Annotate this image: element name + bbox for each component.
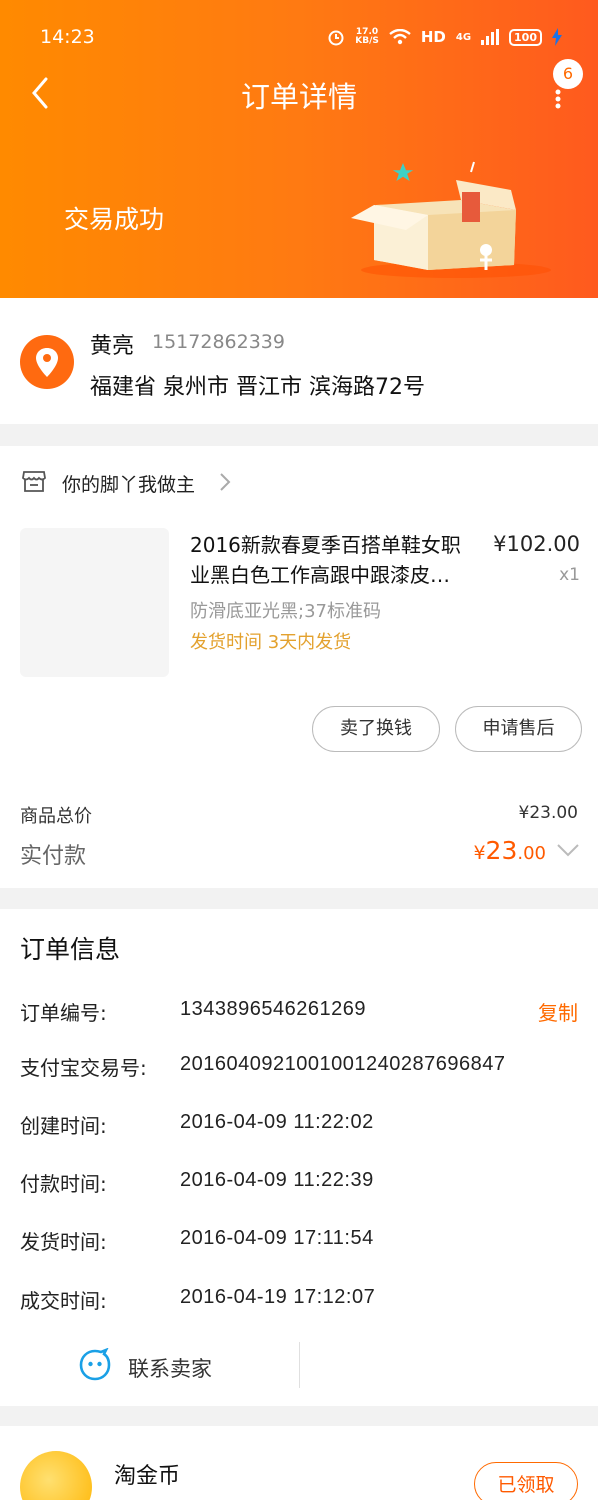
product-spec: 防滑底亚光黑;37标准码 <box>190 601 381 622</box>
sell-for-cash-button[interactable]: 卖了换钱 <box>312 706 440 752</box>
trade-status: 交易成功 <box>64 205 165 234</box>
product-price: ¥102.00 <box>493 532 580 556</box>
goods-total-value: ¥23.00 <box>518 803 578 823</box>
product-title[interactable]: 2016新款春夏季百搭单鞋女职业黑白色工作高跟中跟漆皮… <box>190 530 480 590</box>
chevron-down-icon[interactable] <box>556 842 580 858</box>
alarm-icon <box>328 30 344 46</box>
after-sale-button[interactable]: 申请售后 <box>455 706 582 752</box>
created-time-value: 2016-04-09 11:22:02 <box>180 1111 374 1133</box>
signal-icon <box>481 29 500 45</box>
shipped-time-value: 2016-04-09 17:11:54 <box>180 1227 374 1249</box>
status-bar: 14:23 17.0 KB/S HD 4G 100 <box>40 24 562 50</box>
paid-amount-value: ¥23.00 <box>473 836 546 865</box>
order-info-title: 订单信息 <box>20 935 121 964</box>
notification-badge: 6 <box>553 59 583 89</box>
created-time-label: 创建时间: <box>20 1114 107 1138</box>
taojinbi-label: 淘金币 <box>114 1464 181 1489</box>
alipay-trade-no-value: 2016040921001001240287696847 <box>180 1053 506 1075</box>
ship-time: 发货时间 3天内发货 <box>190 632 352 653</box>
alipay-trade-no-label: 支付宝交易号: <box>20 1056 147 1080</box>
shop-icon <box>22 471 46 492</box>
product-quantity: x1 <box>559 565 580 585</box>
deal-time-label: 成交时间: <box>20 1289 107 1313</box>
recipient-name: 黄亮 <box>90 334 135 359</box>
location-pin-icon <box>20 335 74 389</box>
deal-time-value: 2016-04-19 17:12:07 <box>180 1286 376 1308</box>
order-number-label: 订单编号: <box>20 1001 107 1025</box>
status-time: 14:23 <box>40 26 95 48</box>
chevron-right-icon <box>220 473 231 491</box>
order-header: 14:23 17.0 KB/S HD 4G 100 订单详情 6 交易成功 <box>0 0 598 298</box>
paid-amount-label: 实付款 <box>20 844 87 869</box>
recipient-address: 福建省 泉州市 晋江市 滨海路72号 <box>90 375 425 400</box>
chat-face-icon[interactable] <box>78 1348 112 1382</box>
wifi-icon <box>389 29 411 45</box>
shipped-time-label: 发货时间: <box>20 1230 107 1254</box>
divider <box>299 1342 300 1388</box>
recipient-phone: 15172862339 <box>152 331 285 353</box>
network-speed: 17.0 KB/S <box>355 27 379 46</box>
charging-icon <box>552 28 562 46</box>
paid-time-label: 付款时间: <box>20 1172 107 1196</box>
goods-total-label: 商品总价 <box>20 806 92 827</box>
order-info-card <box>0 909 598 1406</box>
battery-icon: 100 <box>509 28 542 46</box>
order-number-value: 1343896546261269 <box>180 998 366 1020</box>
contact-seller-button[interactable]: 联系卖家 <box>128 1353 212 1383</box>
paid-time-value: 2016-04-09 11:22:39 <box>180 1169 374 1191</box>
shop-name-link[interactable]: 你的脚丫我做主 <box>62 470 195 497</box>
hd-indicator: HD <box>420 28 446 46</box>
claimed-button[interactable]: 已领取 <box>474 1462 578 1500</box>
address-card[interactable] <box>0 298 598 424</box>
copy-button[interactable]: 复制 <box>538 997 578 1026</box>
network-type: 4G <box>455 31 472 43</box>
package-box-illustration <box>351 161 551 278</box>
product-thumbnail[interactable] <box>20 528 169 677</box>
page-title: 订单详情 <box>240 80 357 114</box>
